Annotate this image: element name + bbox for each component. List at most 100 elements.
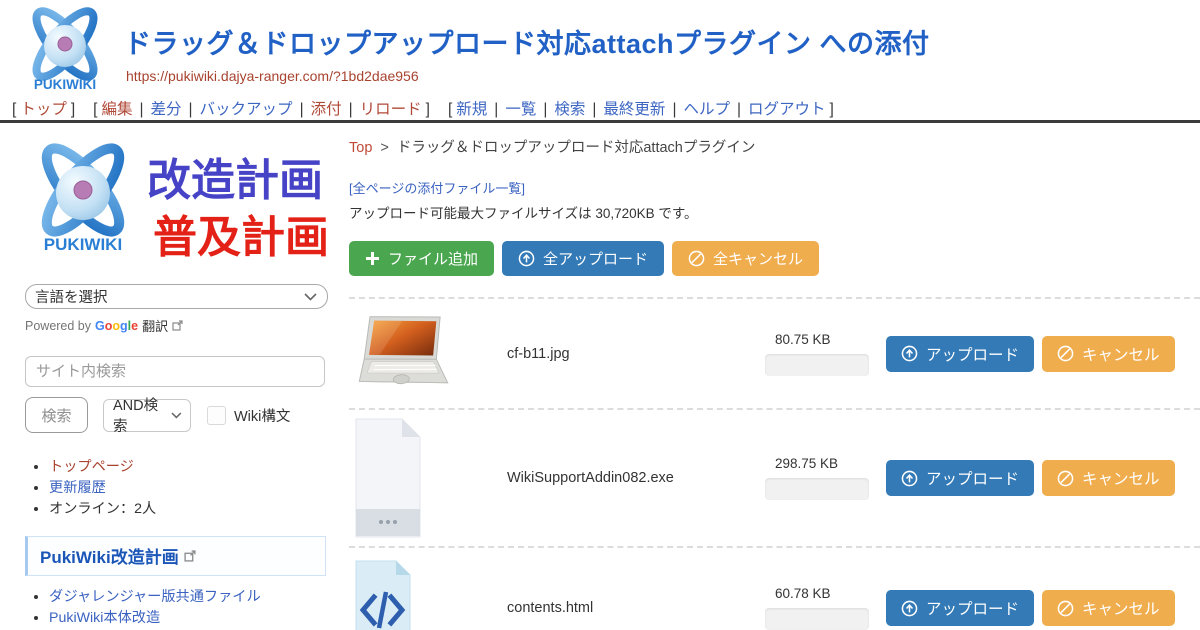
pipe: | xyxy=(349,101,353,118)
upload-progress-bar xyxy=(765,354,869,376)
cancel-file-button[interactable]: キャンセル xyxy=(1042,460,1175,496)
cancel-label: キャンセル xyxy=(1082,343,1160,365)
nav-link-new[interactable]: 新規 xyxy=(456,101,487,118)
bracket: ] xyxy=(426,101,430,118)
file-size: 60.78 KB xyxy=(765,586,880,601)
cancel-file-button[interactable]: キャンセル xyxy=(1042,590,1175,626)
breadcrumb-current-page: ドラッグ＆ドロップアップロード対応attachプラグイン xyxy=(397,140,756,156)
generic-file-icon xyxy=(354,417,422,539)
bracket: ] xyxy=(71,101,75,118)
svg-text:改造計画: 改造計画 xyxy=(147,156,323,205)
list-item: PukiWiki本体改造 xyxy=(49,609,333,629)
upload-file-button[interactable]: アップロード xyxy=(886,460,1034,496)
breadcrumb-separator: > xyxy=(380,140,388,156)
translate-link[interactable]: 翻訳 xyxy=(142,316,168,335)
search-mode-select[interactable]: AND検索 xyxy=(103,399,191,432)
list-item: 更新履歴 xyxy=(49,479,333,498)
upload-all-label: 全アップロード xyxy=(543,248,648,269)
upload-all-button[interactable]: 全アップロード xyxy=(502,241,664,276)
nav-link-backup[interactable]: バックアップ xyxy=(200,101,293,118)
search-controls: 検索 AND検索 Wiki構文 xyxy=(25,397,333,433)
pipe: | xyxy=(672,101,676,118)
file-size: 80.75 KB xyxy=(765,332,880,347)
google-logo: Google xyxy=(95,319,138,333)
bracket: [ xyxy=(93,101,97,118)
upload-label: アップロード xyxy=(926,597,1019,619)
upload-file-button[interactable]: アップロード xyxy=(886,590,1034,626)
svg-text:PUKIWIKI: PUKIWIKI xyxy=(44,235,122,254)
sidebar-link-core-mods[interactable]: PukiWiki本体改造 xyxy=(49,610,160,626)
file-row: WikiSupportAddin082.exe 298.75 KB アップロード xyxy=(349,410,1200,548)
search-button[interactable]: 検索 xyxy=(25,397,88,433)
upload-progress-bar xyxy=(765,608,869,630)
file-name: WikiSupportAddin082.exe xyxy=(507,470,765,486)
attach-file-list-row: [全ページの添付ファイル一覧] xyxy=(349,178,1200,197)
atom-logo-icon: PUKIWIKI xyxy=(20,5,110,97)
upload-queue-list: cf-b11.jpg 80.75 KB アップロード xyxy=(349,297,1200,630)
all-pages-attach-list-link[interactable]: [全ページの添付ファイル一覧] xyxy=(349,181,525,196)
main-content: Top > ドラッグ＆ドロップアップロード対応attachプラグイン [全ページの添… xyxy=(347,124,1200,630)
upload-circle-icon xyxy=(901,600,918,617)
nav-link-recent[interactable]: 最終更新 xyxy=(603,101,665,118)
language-select-value: 言語を選択 xyxy=(35,286,108,307)
sidebar-link-common-files[interactable]: ダジャレンジャー版共通ファイル xyxy=(49,589,261,605)
nav-link-reload[interactable]: リロード xyxy=(360,101,422,118)
site-search-input[interactable] xyxy=(25,356,325,387)
nav-link-top[interactable]: トップ xyxy=(20,101,67,118)
nav-link-attach[interactable]: 添付 xyxy=(311,101,342,118)
ban-icon xyxy=(1057,345,1074,362)
sidebar-link-history[interactable]: 更新履歴 xyxy=(49,480,106,496)
upload-label: アップロード xyxy=(926,343,1019,365)
kaizou-keikaku-banner: PUKIWIKI 改造計画 普及計画 xyxy=(25,140,330,266)
upload-toolbar: ファイル追加 全アップロード 全キャンセル xyxy=(349,241,1200,276)
bracket: [ xyxy=(12,101,16,118)
add-files-button[interactable]: ファイル追加 xyxy=(349,241,494,276)
external-link-icon xyxy=(184,550,196,562)
add-files-label: ファイル追加 xyxy=(388,248,478,269)
nav-link-logout[interactable]: ログアウト xyxy=(748,101,826,118)
cancel-all-button[interactable]: 全キャンセル xyxy=(672,241,819,276)
online-count: オンライン：2人 xyxy=(49,500,333,519)
max-upload-size-text: アップロード可能最大ファイルサイズは 30,720KB です。 xyxy=(349,202,1200,222)
language-select[interactable]: 言語を選択 xyxy=(25,284,328,309)
header-divider xyxy=(0,120,1200,123)
pukiwiki-logo[interactable]: PUKIWIKI xyxy=(20,5,110,102)
pipe: | xyxy=(300,101,304,118)
nav-link-help[interactable]: ヘルプ xyxy=(683,101,730,118)
nav-link-diff[interactable]: 差分 xyxy=(151,101,182,118)
cancel-all-label: 全キャンセル xyxy=(713,248,803,269)
file-row: contents.html 60.78 KB アップロード xyxy=(349,548,1200,630)
sidebar-link-toppage[interactable]: トップページ xyxy=(49,459,134,475)
file-size: 298.75 KB xyxy=(765,456,880,471)
wiki-syntax-checkbox[interactable] xyxy=(207,406,226,425)
breadcrumb-home-link[interactable]: Top xyxy=(349,140,372,156)
bracket: ] xyxy=(830,101,834,118)
sidebar-section-link[interactable]: PukiWiki改造計画 xyxy=(40,543,179,568)
ban-icon xyxy=(688,250,705,267)
list-item: ダジャレンジャー版共通ファイル xyxy=(49,588,333,608)
file-name: contents.html xyxy=(507,600,765,616)
nav-link-edit[interactable]: 編集 xyxy=(101,101,132,118)
upload-file-button[interactable]: アップロード xyxy=(886,336,1034,372)
pipe: | xyxy=(494,101,498,118)
list-item: トップページ xyxy=(49,458,333,477)
page-title: ドラッグ＆ドロップアップロード対応attachプラグイン への添付 xyxy=(124,22,930,61)
cancel-file-button[interactable]: キャンセル xyxy=(1042,336,1175,372)
powered-by-google: Powered by Google 翻訳 xyxy=(25,316,333,335)
search-mode-value: AND検索 xyxy=(113,394,171,436)
svg-text:PUKIWIKI: PUKIWIKI xyxy=(34,77,96,92)
upload-progress-bar xyxy=(765,478,869,500)
upload-label: アップロード xyxy=(926,467,1019,489)
sidebar-section-header: PukiWiki改造計画 xyxy=(25,536,326,576)
sidebar-plugin-links: ダジャレンジャー版共通ファイル PukiWiki本体改造 PukiWikiテキス… xyxy=(25,588,333,630)
chevron-down-icon xyxy=(171,412,182,419)
svg-text:普及計画: 普及計画 xyxy=(153,213,329,262)
sidebar-banner-link[interactable]: PUKIWIKI 改造計画 普及計画 xyxy=(25,140,333,271)
bracket: [ xyxy=(448,101,452,118)
nav-link-list[interactable]: 一覧 xyxy=(505,101,536,118)
html-file-icon xyxy=(354,559,412,630)
laptop-photo-thumbnail xyxy=(354,309,454,399)
pipe: | xyxy=(139,101,143,118)
external-link-icon xyxy=(172,320,183,331)
nav-link-search[interactable]: 検索 xyxy=(554,101,585,118)
